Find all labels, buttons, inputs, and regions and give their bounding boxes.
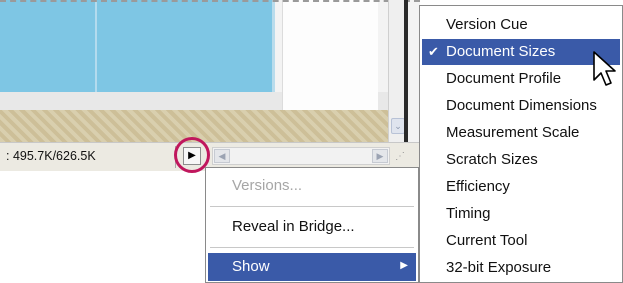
menu-item-versions: Versions... — [208, 172, 416, 200]
canvas-image-white-panel — [282, 0, 378, 110]
submenu-item-label: Timing — [446, 205, 491, 222]
window-edge — [404, 0, 408, 142]
scroll-left-icon[interactable]: ◀ — [214, 149, 230, 163]
menu-item-reveal-in-bridge[interactable]: Reveal in Bridge... — [208, 213, 416, 241]
submenu-item-current-tool[interactable]: Current Tool — [422, 228, 620, 254]
triangle-right-icon: ▶ — [188, 150, 196, 161]
show-submenu: Version Cue ✔ Document Sizes Document Pr… — [419, 5, 623, 283]
submenu-item-timing[interactable]: Timing — [422, 201, 620, 227]
horizontal-scrollbar[interactable]: ◀ ▶ — [212, 147, 390, 165]
submenu-item-efficiency[interactable]: Efficiency — [422, 174, 620, 200]
status-divider — [175, 146, 176, 168]
scroll-down-icon[interactable]: ⌄ — [391, 118, 405, 134]
submenu-item-document-dimensions[interactable]: Document Dimensions — [422, 93, 620, 119]
scroll-right-icon[interactable]: ▶ — [372, 149, 388, 163]
submenu-item-measurement-scale[interactable]: Measurement Scale — [422, 120, 620, 146]
canvas-image-divider — [95, 0, 97, 92]
checkmark-icon: ✔ — [428, 44, 439, 59]
submenu-item-label: Version Cue — [446, 16, 528, 33]
menu-item-label: Reveal in Bridge... — [232, 218, 355, 235]
document-canvas: ⌄ — [0, 0, 420, 142]
document-size-readout: : 495.7K/626.5K — [6, 149, 96, 163]
submenu-item-version-cue[interactable]: Version Cue — [422, 12, 620, 38]
menu-separator — [210, 247, 414, 248]
submenu-arrow-icon: ▶ — [400, 260, 408, 271]
submenu-item-scratch-sizes[interactable]: Scratch Sizes — [422, 147, 620, 173]
menu-item-label: Versions... — [232, 177, 303, 194]
submenu-item-label: 32-bit Exposure — [446, 259, 552, 276]
status-menu-arrow-button[interactable]: ▶ — [183, 147, 201, 165]
menu-item-label: Show — [232, 258, 270, 275]
selection-marquee — [0, 0, 420, 2]
submenu-item-label: Document Profile — [446, 70, 562, 87]
submenu-item-label: Measurement Scale — [446, 124, 580, 141]
submenu-item-document-sizes[interactable]: ✔ Document Sizes — [422, 39, 620, 65]
resize-grip-icon[interactable]: ⋰ — [395, 151, 406, 162]
submenu-item-label: Document Dimensions — [446, 97, 597, 114]
submenu-item-label: Scratch Sizes — [446, 151, 538, 168]
status-bar-menu: Versions... Reveal in Bridge... Show ▶ — [205, 167, 419, 283]
menu-separator — [210, 206, 414, 207]
menu-item-show[interactable]: Show ▶ — [208, 253, 416, 281]
submenu-item-label: Current Tool — [446, 232, 528, 249]
submenu-item-document-profile[interactable]: Document Profile — [422, 66, 620, 92]
submenu-item-label: Efficiency — [446, 178, 510, 195]
canvas-image-blue-region — [0, 0, 275, 92]
submenu-item-label: Document Sizes — [446, 43, 556, 60]
canvas-image-textured-strip — [0, 110, 404, 142]
submenu-item-32-bit-exposure[interactable]: 32-bit Exposure — [422, 255, 620, 281]
